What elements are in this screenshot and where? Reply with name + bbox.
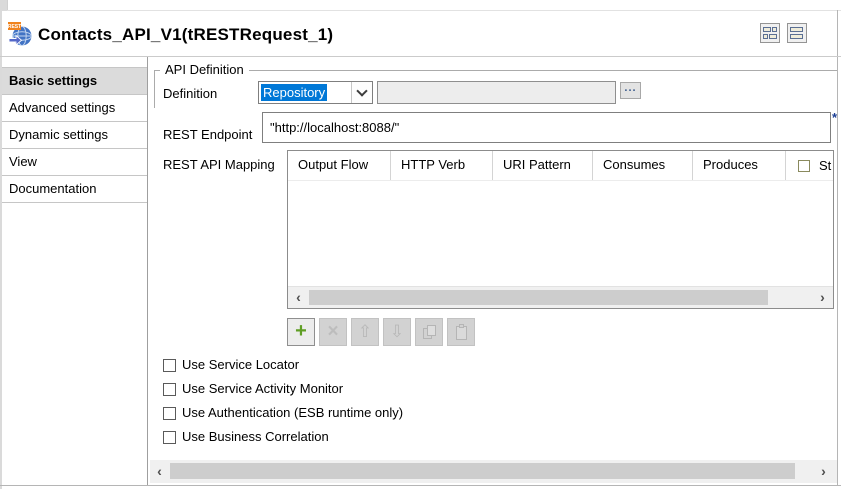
definition-combo[interactable]: Repository bbox=[258, 81, 373, 104]
component-title: Contacts_API_V1(tRESTRequest_1) bbox=[38, 25, 333, 45]
use-service-activity-monitor-option[interactable]: Use Service Activity Monitor bbox=[163, 381, 343, 397]
move-up-button[interactable]: ⇧ bbox=[351, 318, 379, 346]
rest-endpoint-input[interactable]: "http://localhost:8088/" bbox=[262, 112, 831, 143]
use-service-activity-monitor-label: Use Service Activity Monitor bbox=[182, 381, 343, 397]
checkbox-unchecked-icon[interactable] bbox=[163, 431, 176, 444]
scrollbar-thumb[interactable] bbox=[170, 463, 795, 479]
grid-view-toggle-button[interactable] bbox=[760, 23, 780, 43]
selected-text: Repository bbox=[261, 84, 327, 101]
grid-view-icon bbox=[763, 27, 771, 32]
chevron-down-icon bbox=[356, 85, 367, 96]
scroll-left-icon[interactable]: ‹ bbox=[291, 287, 306, 308]
settings-tab-list: Basic settings Advanced settings Dynamic… bbox=[2, 67, 147, 203]
definition-label: Definition bbox=[163, 86, 217, 101]
remove-row-button[interactable]: × bbox=[319, 318, 347, 346]
table-horizontal-scrollbar[interactable]: ‹ › bbox=[288, 286, 833, 308]
header-separator bbox=[0, 56, 841, 57]
column-uri-pattern: URI Pattern bbox=[493, 151, 593, 180]
tab-basic-settings[interactable]: Basic settings bbox=[2, 67, 147, 95]
tab-advanced-settings[interactable]: Advanced settings bbox=[2, 95, 147, 122]
rest-api-mapping-table: Output Flow HTTP Verb URI Pattern Consum… bbox=[287, 150, 834, 309]
grid-view-icon bbox=[772, 27, 777, 32]
add-row-button[interactable]: + bbox=[287, 318, 315, 346]
required-marker: * bbox=[832, 110, 837, 125]
tab-dynamic-settings[interactable]: Dynamic settings bbox=[2, 122, 147, 149]
right-edge-border bbox=[837, 10, 838, 486]
api-definition-group-label: API Definition bbox=[160, 62, 249, 77]
paste-icon bbox=[455, 325, 468, 340]
use-authentication-label: Use Authentication (ESB runtime only) bbox=[182, 405, 403, 421]
mapping-table-header: Output Flow HTTP Verb URI Pattern Consum… bbox=[288, 151, 833, 181]
move-down-button[interactable]: ⇩ bbox=[383, 318, 411, 346]
copy-row-button[interactable] bbox=[415, 318, 443, 346]
icon-badge-text: REST bbox=[8, 24, 21, 30]
column-consumes: Consumes bbox=[593, 151, 693, 180]
column-streaming: St bbox=[786, 151, 834, 180]
scroll-left-icon[interactable]: ‹ bbox=[152, 460, 167, 483]
scrollbar-thumb[interactable] bbox=[309, 290, 768, 305]
panel-horizontal-scrollbar[interactable]: ‹ › bbox=[150, 460, 837, 483]
trestrequest-component-icon: REST bbox=[8, 22, 34, 48]
use-service-locator-label: Use Service Locator bbox=[182, 357, 299, 373]
repository-reference-field[interactable] bbox=[377, 81, 616, 104]
plus-icon: + bbox=[288, 319, 314, 344]
top-separator bbox=[7, 10, 841, 11]
row-view-toggle-button[interactable] bbox=[787, 23, 807, 43]
tab-documentation[interactable]: Documentation bbox=[2, 176, 147, 203]
column-streaming-label: St bbox=[819, 152, 831, 180]
row-view-icon bbox=[790, 34, 803, 39]
row-view-icon bbox=[790, 27, 803, 32]
checkbox-unchecked-icon[interactable] bbox=[163, 407, 176, 420]
scroll-right-icon[interactable]: › bbox=[816, 460, 831, 483]
mapping-table-body[interactable] bbox=[288, 181, 833, 287]
use-business-correlation-label: Use Business Correlation bbox=[182, 429, 329, 445]
column-http-verb: HTTP Verb bbox=[391, 151, 493, 180]
checkbox-unchecked-icon[interactable] bbox=[163, 383, 176, 396]
rest-endpoint-label: REST Endpoint bbox=[163, 127, 252, 142]
use-authentication-option[interactable]: Use Authentication (ESB runtime only) bbox=[163, 405, 403, 421]
column-output-flow: Output Flow bbox=[288, 151, 391, 180]
arrow-down-icon: ⇩ bbox=[384, 319, 410, 345]
combo-dropdown-button[interactable] bbox=[351, 82, 372, 103]
delete-icon: × bbox=[320, 319, 346, 344]
column-produces: Produces bbox=[693, 151, 786, 180]
browse-repository-button[interactable]: ... bbox=[620, 82, 641, 99]
scroll-right-icon[interactable]: › bbox=[815, 287, 830, 308]
tab-view[interactable]: View bbox=[2, 149, 147, 176]
checkbox-unchecked-icon[interactable] bbox=[163, 359, 176, 372]
arrow-up-icon: ⇧ bbox=[352, 319, 378, 345]
grid-view-icon bbox=[769, 34, 777, 39]
sidebar-separator bbox=[147, 57, 148, 485]
use-service-locator-option[interactable]: Use Service Locator bbox=[163, 357, 299, 373]
copy-icon bbox=[423, 325, 436, 339]
bottom-edge-border bbox=[0, 485, 841, 486]
select-all-checkbox[interactable] bbox=[798, 160, 810, 172]
definition-combo-value: Repository bbox=[259, 82, 351, 103]
grid-view-icon bbox=[763, 34, 768, 39]
paste-row-button[interactable] bbox=[447, 318, 475, 346]
rest-api-mapping-label: REST API Mapping bbox=[163, 157, 275, 172]
use-business-correlation-option[interactable]: Use Business Correlation bbox=[163, 429, 329, 445]
